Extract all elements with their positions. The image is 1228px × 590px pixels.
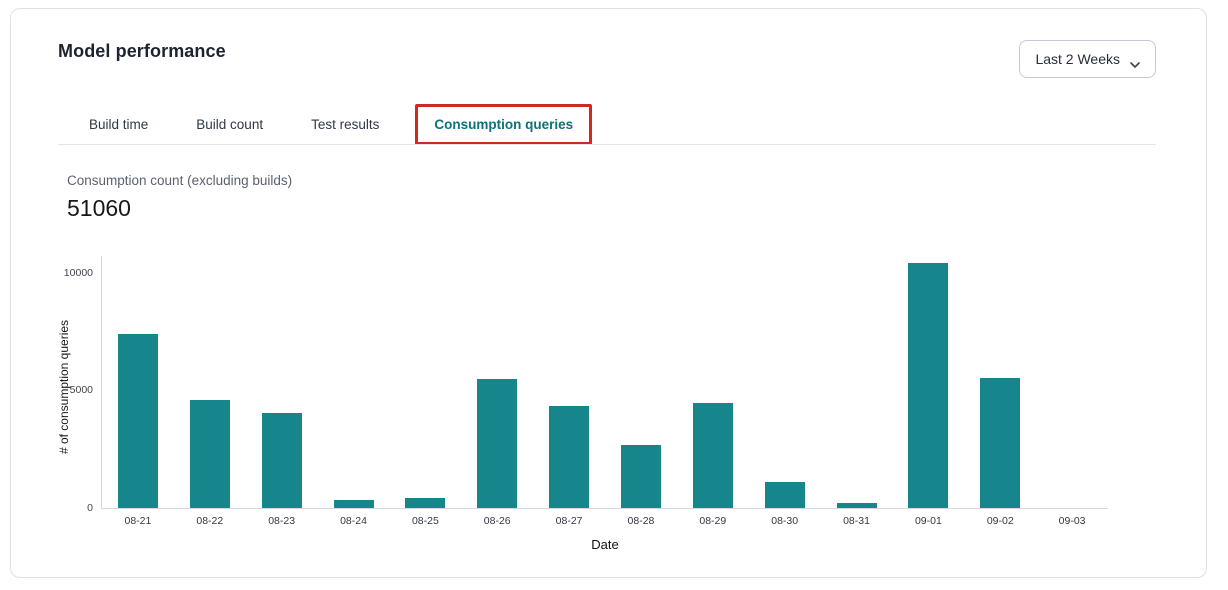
bar-08-28[interactable] [621,445,661,508]
bar-slot [1036,256,1108,508]
page-title: Model performance [58,41,226,62]
bar-08-24[interactable] [334,500,374,508]
bars-container [102,256,1108,508]
bar-slot [605,256,677,508]
bar-08-27[interactable] [549,406,589,508]
x-tick-label: 08-26 [461,515,533,527]
tab-test-results[interactable]: Test results [299,107,391,142]
bar-08-23[interactable] [262,413,302,508]
tab-divider [58,144,1156,145]
x-axis-title: Date [102,537,1108,552]
bar-slot [102,256,174,508]
bar-slot [389,256,461,508]
bar-08-30[interactable] [765,482,805,508]
tab-build-time[interactable]: Build time [77,107,160,142]
x-tick-label: 08-24 [318,515,390,527]
x-tick-label: 08-25 [389,515,461,527]
x-tick-label: 08-22 [174,515,246,527]
x-tick-label: 08-31 [821,515,893,527]
bar-plot: 08-2108-2208-2308-2408-2508-2608-2708-28… [101,256,1108,509]
bar-08-21[interactable] [118,334,158,508]
bar-slot [318,256,390,508]
bar-slot [964,256,1036,508]
bar-09-01[interactable] [908,263,948,508]
x-tick-label: 08-23 [246,515,318,527]
bar-slot [677,256,749,508]
x-tick-label: 08-21 [102,515,174,527]
tab-build-count[interactable]: Build count [184,107,275,142]
bar-08-29[interactable] [693,403,733,508]
y-tick-label: 0 [87,502,93,514]
stat-label: Consumption count (excluding builds) [67,173,292,188]
y-tick-label: 10000 [64,267,93,279]
bar-slot [461,256,533,508]
bar-slot [174,256,246,508]
y-tick-label: 5000 [70,384,93,396]
bar-08-25[interactable] [405,498,445,508]
stat-value: 51060 [67,195,131,222]
x-tick-label: 09-03 [1036,515,1108,527]
time-range-label: Last 2 Weeks [1035,51,1120,67]
tab-consumption-queries[interactable]: Consumption queries [415,104,592,145]
x-tick-labels: 08-2108-2208-2308-2408-2508-2608-2708-28… [102,515,1108,527]
x-tick-label: 08-29 [677,515,749,527]
tab-bar: Build time Build count Test results Cons… [77,104,1156,144]
bar-slot [821,256,893,508]
x-tick-label: 09-02 [964,515,1036,527]
time-range-dropdown[interactable]: Last 2 Weeks [1019,40,1156,78]
bar-slot [749,256,821,508]
x-tick-label: 09-01 [892,515,964,527]
x-tick-label: 08-28 [605,515,677,527]
bar-slot [246,256,318,508]
bar-08-26[interactable] [477,379,517,508]
bar-08-31[interactable] [837,503,877,508]
bar-09-02[interactable] [980,378,1020,508]
model-performance-card: Model performance Last 2 Weeks Build tim… [10,8,1207,578]
bar-slot [892,256,964,508]
bar-08-22[interactable] [190,400,230,508]
x-tick-label: 08-27 [533,515,605,527]
chevron-down-icon [1130,56,1140,63]
x-tick-label: 08-30 [749,515,821,527]
bar-slot [533,256,605,508]
